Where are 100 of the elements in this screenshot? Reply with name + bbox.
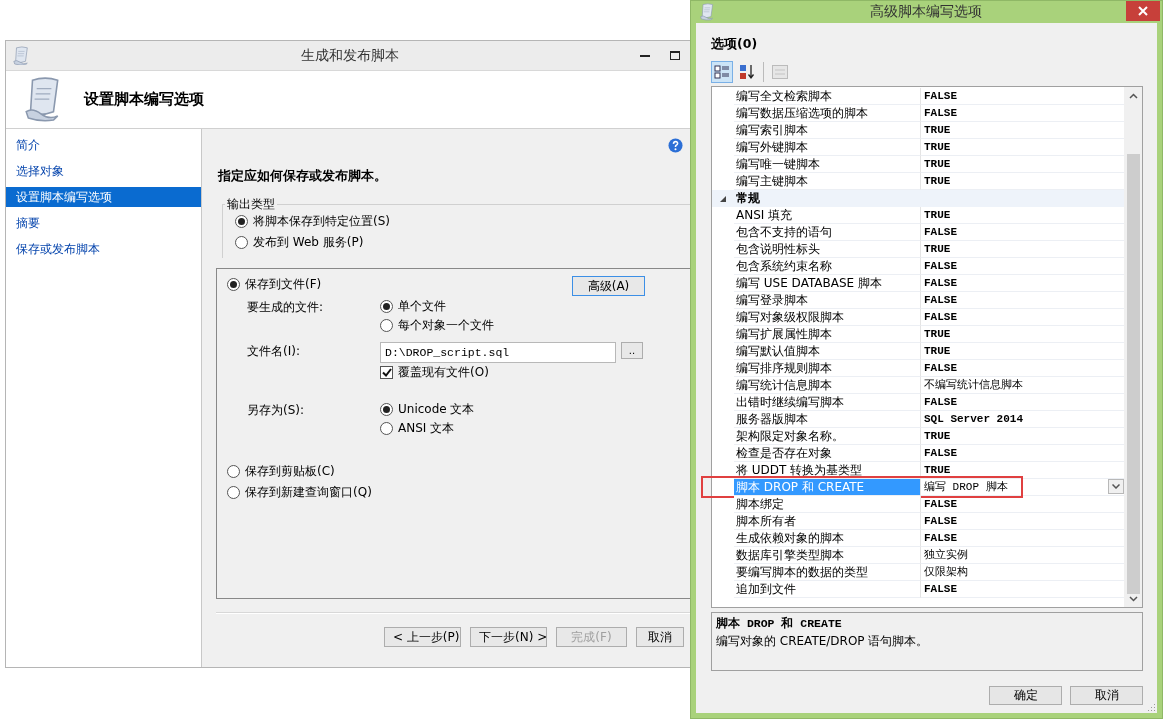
description-text: 编写对象的 CREATE/DROP 语句脚本。	[716, 633, 930, 650]
property-value: FALSE	[924, 293, 957, 308]
property-value: SQL Server 2014	[924, 412, 1024, 427]
property-value: FALSE	[924, 106, 957, 121]
property-name[interactable]: 编写扩展属性脚本	[734, 326, 920, 343]
categorized-icon	[714, 63, 730, 80]
property-value: FALSE	[924, 361, 957, 376]
property-value: FALSE	[924, 497, 957, 512]
property-value: TRUE	[924, 208, 951, 223]
dropdown-button[interactable]	[1108, 479, 1124, 494]
property-name[interactable]: 数据库引擎类型脚本	[734, 547, 920, 564]
sidebar-item[interactable]: 保存或发布脚本	[6, 239, 201, 259]
dialog-button[interactable]: 取消	[1070, 686, 1143, 705]
property-value: TRUE	[924, 429, 951, 444]
property-name[interactable]: 包含不支持的语句	[734, 224, 920, 241]
description-title: 脚本 DROP 和 CREATE	[716, 616, 843, 631]
wizard-button[interactable]: 取消	[636, 627, 684, 647]
property-value: 仅限架构	[924, 565, 968, 580]
property-name[interactable]: 编写对象级权限脚本	[734, 309, 920, 326]
property-name[interactable]: 检查是否存在对象	[734, 445, 920, 462]
property-name[interactable]: 生成依赖对象的脚本	[734, 530, 920, 547]
property-name[interactable]: 编写 USE DATABASE 脚本	[734, 275, 920, 292]
property-name[interactable]: 追加到文件	[734, 581, 920, 598]
property-name[interactable]: 编写外键脚本	[734, 139, 920, 156]
sort-icon	[739, 63, 755, 80]
check-icon	[381, 368, 392, 377]
radio-button[interactable]: 发布到 Web 服务(P)	[235, 234, 690, 251]
property-name[interactable]: 包含系统约束名称	[734, 258, 920, 275]
property-name[interactable]: 包含说明性标头	[734, 241, 920, 258]
property-value: TRUE	[924, 174, 951, 189]
radio-button[interactable]: 单个文件	[380, 298, 690, 315]
property-value: FALSE	[924, 259, 957, 274]
sidebar-item[interactable]: 摘要	[6, 213, 201, 233]
close-icon	[1138, 6, 1148, 16]
property-name[interactable]: 编写统计信息脚本	[734, 377, 920, 394]
property-value: FALSE	[924, 225, 957, 240]
property-name[interactable]: 编写默认值脚本	[734, 343, 920, 360]
property-name[interactable]: 编写排序规则脚本	[734, 360, 920, 377]
property-value: FALSE	[924, 531, 957, 546]
advanced-button[interactable]: 高级(A)	[572, 276, 645, 296]
property-value: TRUE	[924, 157, 951, 172]
scroll-icon	[699, 3, 715, 21]
resize-grip-icon[interactable]	[1146, 702, 1156, 712]
window-title: 生成和发布脚本	[300, 46, 400, 65]
caret-icon	[1112, 484, 1120, 489]
property-value: TRUE	[924, 344, 951, 359]
property-name[interactable]: 脚本绑定	[734, 496, 920, 513]
property-name[interactable]: 服务器版脚本	[734, 411, 920, 428]
checkbox[interactable]: 覆盖现有文件(O)	[380, 364, 690, 381]
property-value: FALSE	[924, 514, 957, 529]
page-title: 设置脚本编写选项	[84, 90, 204, 109]
radio-button[interactable]: 将脚本保存到特定位置(S)	[235, 213, 690, 230]
property-name[interactable]: 编写唯一键脚本	[734, 156, 920, 173]
scroll-down-icon[interactable]	[1128, 596, 1138, 602]
property-value: 不编写统计信息脚本	[924, 378, 1023, 393]
dialog-button[interactable]: 确定	[989, 686, 1062, 705]
dialog-title: 高级脚本编写选项	[868, 3, 983, 21]
sidebar-item[interactable]: 设置脚本编写选项	[6, 187, 201, 207]
property-value: FALSE	[924, 310, 957, 325]
property-name[interactable]: 编写数据压缩选项的脚本	[734, 105, 920, 122]
sidebar-item[interactable]: 选择对象	[6, 161, 201, 181]
property-pages-icon	[772, 64, 788, 79]
property-name[interactable]: ANSI 填充	[734, 207, 920, 224]
browse-button[interactable]: ..	[621, 342, 643, 359]
property-value: FALSE	[924, 395, 957, 410]
radio-button[interactable]: 保存到新建查询窗口(Q)	[227, 484, 690, 501]
radio-button[interactable]: Unicode 文本	[380, 401, 690, 418]
property-name[interactable]: 编写主键脚本	[734, 173, 920, 190]
property-value: FALSE	[924, 582, 957, 597]
radio-button[interactable]: 保存到剪贴板(C)	[227, 463, 690, 480]
wizard-button[interactable]: 下一步(N) >	[470, 627, 547, 647]
maximize-icon	[670, 51, 680, 60]
scroll-up-icon[interactable]	[1128, 93, 1138, 99]
property-name[interactable]: 脚本所有者	[734, 513, 920, 530]
toolbar-button[interactable]	[711, 60, 733, 83]
property-name[interactable]: 编写登录脚本	[734, 292, 920, 309]
filename-field[interactable]: D:\DROP_script.sql	[380, 342, 616, 363]
field-label: 要生成的文件:	[247, 299, 325, 316]
property-name[interactable]: 架构限定对象名称。	[734, 428, 920, 445]
close-button[interactable]	[1126, 1, 1160, 21]
minimize-icon	[640, 54, 650, 57]
category-row[interactable]: 常规	[712, 190, 1124, 207]
property-value: 编写 DROP 脚本	[924, 480, 1008, 495]
radio-button[interactable]: 每个对象一个文件	[380, 317, 690, 334]
group-legend: 输出类型	[225, 196, 277, 213]
property-name[interactable]: 编写索引脚本	[734, 122, 920, 139]
category-name: 常规	[735, 190, 760, 207]
scrollbar[interactable]	[1124, 87, 1142, 607]
sidebar-item[interactable]: 简介	[6, 135, 201, 155]
radio-button[interactable]: ANSI 文本	[380, 420, 690, 437]
property-value: TRUE	[924, 463, 951, 478]
property-value: TRUE	[924, 140, 951, 155]
radio-button[interactable]: 保存到文件(F)	[227, 276, 322, 293]
help-icon[interactable]	[668, 138, 683, 153]
property-value: TRUE	[924, 123, 951, 138]
wizard-button[interactable]: < 上一步(P)	[384, 627, 461, 647]
collapse-icon[interactable]	[720, 195, 726, 202]
property-name[interactable]: 编写全文检索脚本	[734, 88, 920, 105]
property-name[interactable]: 出错时继续编写脚本	[734, 394, 920, 411]
property-name[interactable]: 要编写脚本的数据的类型	[734, 564, 920, 581]
